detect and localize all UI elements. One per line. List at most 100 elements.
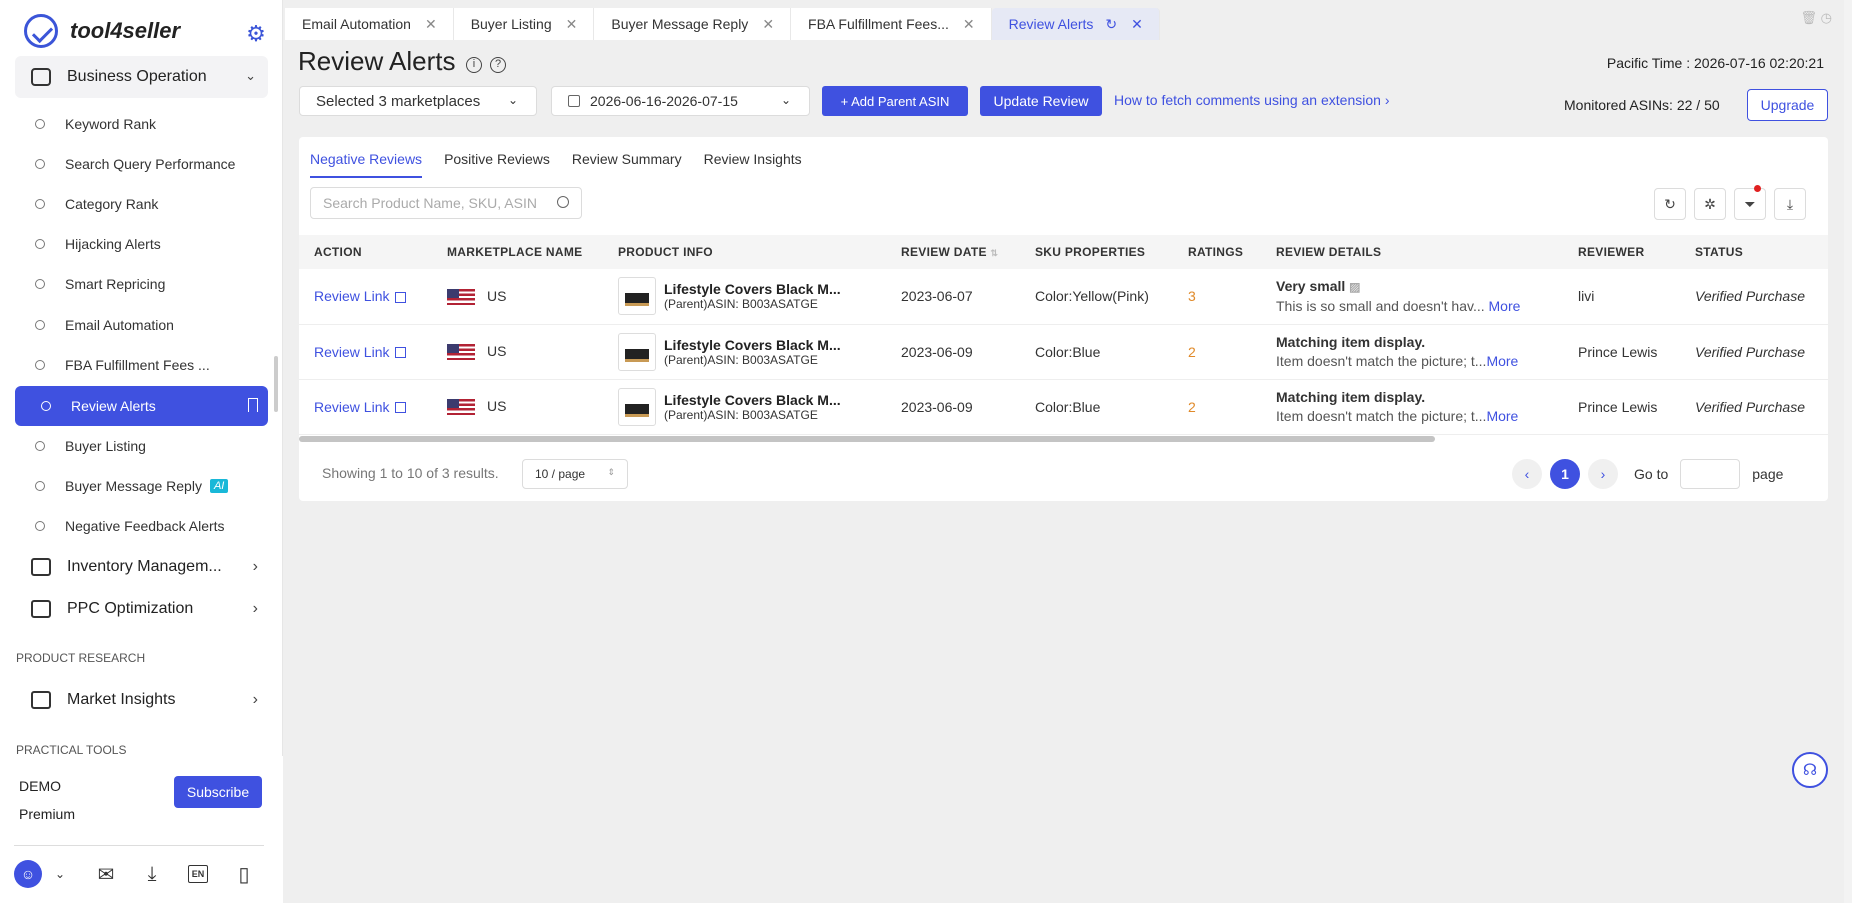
tab-buyer-listing[interactable]: Buyer Listing ✕ bbox=[453, 8, 595, 40]
sidebar-item-smart-repricing[interactable]: Smart Repricing bbox=[15, 265, 268, 303]
column-header-sortable[interactable]: REVIEW DATE ⇅ bbox=[886, 235, 1020, 269]
filter-button[interactable]: ⏷ bbox=[1734, 185, 1766, 220]
product-thumbnail[interactable] bbox=[618, 387, 656, 426]
product-thumbnail[interactable] bbox=[618, 277, 656, 316]
sidebar-item-keyword-rank[interactable]: Keyword Rank bbox=[15, 105, 268, 143]
refresh-button[interactable]: ↻ bbox=[1654, 188, 1686, 220]
review-date: 2023-06-07 bbox=[886, 269, 1020, 325]
sidebar-item-label: Category Rank bbox=[65, 196, 159, 212]
calendar-icon bbox=[568, 95, 580, 107]
tab-buyer-message-reply[interactable]: Buyer Message Reply ✕ bbox=[594, 8, 792, 40]
sidebar-item-category-rank[interactable]: Category Rank bbox=[15, 185, 268, 223]
reviewer-name: Prince Lewis bbox=[1563, 324, 1680, 380]
image-icon[interactable]: ▨ bbox=[1349, 280, 1360, 294]
review-link[interactable]: Review Link bbox=[314, 288, 389, 304]
product-title[interactable]: Lifestyle Covers Black M... bbox=[664, 281, 841, 297]
bookmark-icon[interactable] bbox=[248, 398, 258, 412]
sidebar-item-buyer-listing[interactable]: Buyer Listing bbox=[15, 427, 268, 465]
rating-value: 2 bbox=[1173, 324, 1261, 380]
tab-bar: Email Automation ✕ Buyer Listing ✕ Buyer M… bbox=[285, 0, 1852, 40]
page-number-button[interactable]: 1 bbox=[1550, 459, 1580, 489]
review-body: Item doesn't match the picture; t... bbox=[1276, 352, 1487, 369]
trash-icon[interactable]: 🗑 bbox=[1801, 10, 1818, 25]
update-review-button[interactable]: Update Review bbox=[980, 86, 1102, 116]
search-input[interactable] bbox=[323, 195, 543, 211]
tab-fba-fulfillment-fees[interactable]: FBA Fulfillment Fees... ✕ bbox=[791, 8, 992, 40]
prev-page-button[interactable]: ‹ bbox=[1512, 459, 1542, 489]
page-scrollbar[interactable] bbox=[1844, 0, 1852, 903]
mobile-icon[interactable]: ▯ bbox=[230, 860, 258, 888]
column-header: MARKETPLACE NAME bbox=[432, 235, 603, 269]
close-icon[interactable]: ✕ bbox=[762, 16, 774, 33]
bag-icon bbox=[31, 691, 51, 709]
external-link-icon[interactable] bbox=[395, 402, 407, 414]
marketplace-name: US bbox=[487, 287, 507, 304]
marketplace-select[interactable]: Selected 3 marketplaces ⌄ bbox=[299, 86, 537, 116]
help-icon[interactable]: ? bbox=[490, 57, 506, 73]
support-chat-icon[interactable]: ☊ bbox=[1792, 752, 1828, 788]
tab-positive-reviews[interactable]: Positive Reviews bbox=[444, 151, 550, 178]
sidebar-item-buyer-message-reply[interactable]: Buyer Message Reply AI bbox=[15, 467, 268, 505]
sidebar-item-email-automation[interactable]: Email Automation bbox=[15, 306, 268, 344]
sidebar-group-ppc[interactable]: PPC Optimization › bbox=[15, 589, 268, 629]
close-icon[interactable]: ✕ bbox=[963, 16, 975, 33]
sidebar-item-review-alerts[interactable]: Review Alerts bbox=[15, 386, 268, 426]
horizontal-scrollbar[interactable] bbox=[299, 436, 1435, 442]
subscribe-button[interactable]: Subscribe bbox=[174, 776, 262, 808]
sidebar-scrollbar[interactable] bbox=[274, 356, 278, 412]
chevron-down-icon[interactable]: ⌄ bbox=[46, 860, 74, 888]
goto-page-input[interactable] bbox=[1680, 459, 1741, 489]
sidebar-group-market-insights[interactable]: Market Insights › bbox=[15, 680, 268, 720]
product-title[interactable]: Lifestyle Covers Black M... bbox=[664, 337, 841, 353]
sidebar-item-fba-fulfillment-fees[interactable]: FBA Fulfillment Fees ... bbox=[15, 346, 268, 384]
search-icon[interactable] bbox=[557, 196, 569, 208]
tab-negative-reviews[interactable]: Negative Reviews bbox=[310, 151, 423, 178]
ai-badge: AI bbox=[209, 479, 229, 493]
language-icon[interactable]: EN bbox=[184, 860, 212, 888]
info-icon[interactable]: i bbox=[466, 57, 482, 73]
external-link-icon[interactable] bbox=[395, 347, 407, 359]
tab-review-summary[interactable]: Review Summary bbox=[572, 151, 682, 178]
mail-icon[interactable]: ✉ bbox=[92, 860, 120, 888]
close-icon[interactable]: ✕ bbox=[566, 16, 578, 33]
date-range-picker[interactable]: 2026-06-16-2026-07-15 ⌄ bbox=[551, 86, 810, 116]
avatar[interactable]: ☺ bbox=[14, 860, 42, 888]
download-icon[interactable]: ⤓ bbox=[138, 860, 166, 888]
gear-icon[interactable]: ⚙ bbox=[244, 22, 268, 46]
close-icon[interactable]: ✕ bbox=[1131, 16, 1143, 33]
divider bbox=[14, 845, 264, 846]
store-icon bbox=[31, 68, 51, 86]
review-link[interactable]: Review Link bbox=[314, 399, 389, 415]
sidebar-item-hijacking-alerts[interactable]: Hijacking Alerts bbox=[15, 225, 268, 263]
refresh-icon[interactable]: ↻ bbox=[1105, 16, 1117, 33]
goto-label: Go to bbox=[1634, 466, 1669, 482]
column-header: STATUS bbox=[1680, 235, 1828, 269]
sidebar-group-business-operation[interactable]: Business Operation ⌄ bbox=[15, 56, 268, 98]
sidebar-item-negative-feedback-alerts[interactable]: Negative Feedback Alerts bbox=[15, 507, 268, 545]
more-link[interactable]: More bbox=[1486, 408, 1518, 424]
clock-icon[interactable]: ◷ bbox=[1821, 10, 1832, 25]
sort-icon[interactable]: ⇅ bbox=[990, 248, 998, 258]
logo[interactable]: tool4seller bbox=[24, 14, 180, 48]
product-title[interactable]: Lifestyle Covers Black M... bbox=[664, 392, 841, 408]
review-link[interactable]: Review Link bbox=[314, 344, 389, 360]
tab-review-insights[interactable]: Review Insights bbox=[704, 151, 802, 178]
next-page-button[interactable]: › bbox=[1588, 459, 1618, 489]
howto-link[interactable]: How to fetch comments using an extension… bbox=[1114, 92, 1389, 108]
sidebar-group-inventory[interactable]: Inventory Managem... › bbox=[15, 547, 268, 587]
pagination: ‹ 1 › Go to page bbox=[1512, 459, 1783, 489]
us-flag-icon bbox=[447, 344, 475, 361]
page-size-select[interactable]: 10 / page ⇕ bbox=[522, 459, 628, 489]
product-thumbnail[interactable] bbox=[618, 332, 656, 371]
tab-review-alerts[interactable]: Review Alerts ↻ ✕ bbox=[991, 8, 1160, 40]
tab-email-automation[interactable]: Email Automation ✕ bbox=[285, 8, 454, 40]
more-link[interactable]: More bbox=[1489, 298, 1521, 314]
export-button[interactable]: ⤓ bbox=[1774, 188, 1806, 220]
more-link[interactable]: More bbox=[1486, 353, 1518, 369]
close-icon[interactable]: ✕ bbox=[425, 16, 437, 33]
external-link-icon[interactable] bbox=[395, 292, 407, 304]
upgrade-button[interactable]: Upgrade bbox=[1747, 89, 1828, 121]
sidebar-item-search-query-performance[interactable]: Search Query Performance bbox=[15, 145, 268, 183]
column-settings-button[interactable]: ✲ bbox=[1694, 188, 1726, 220]
add-parent-asin-button[interactable]: + Add Parent ASIN bbox=[822, 86, 968, 116]
